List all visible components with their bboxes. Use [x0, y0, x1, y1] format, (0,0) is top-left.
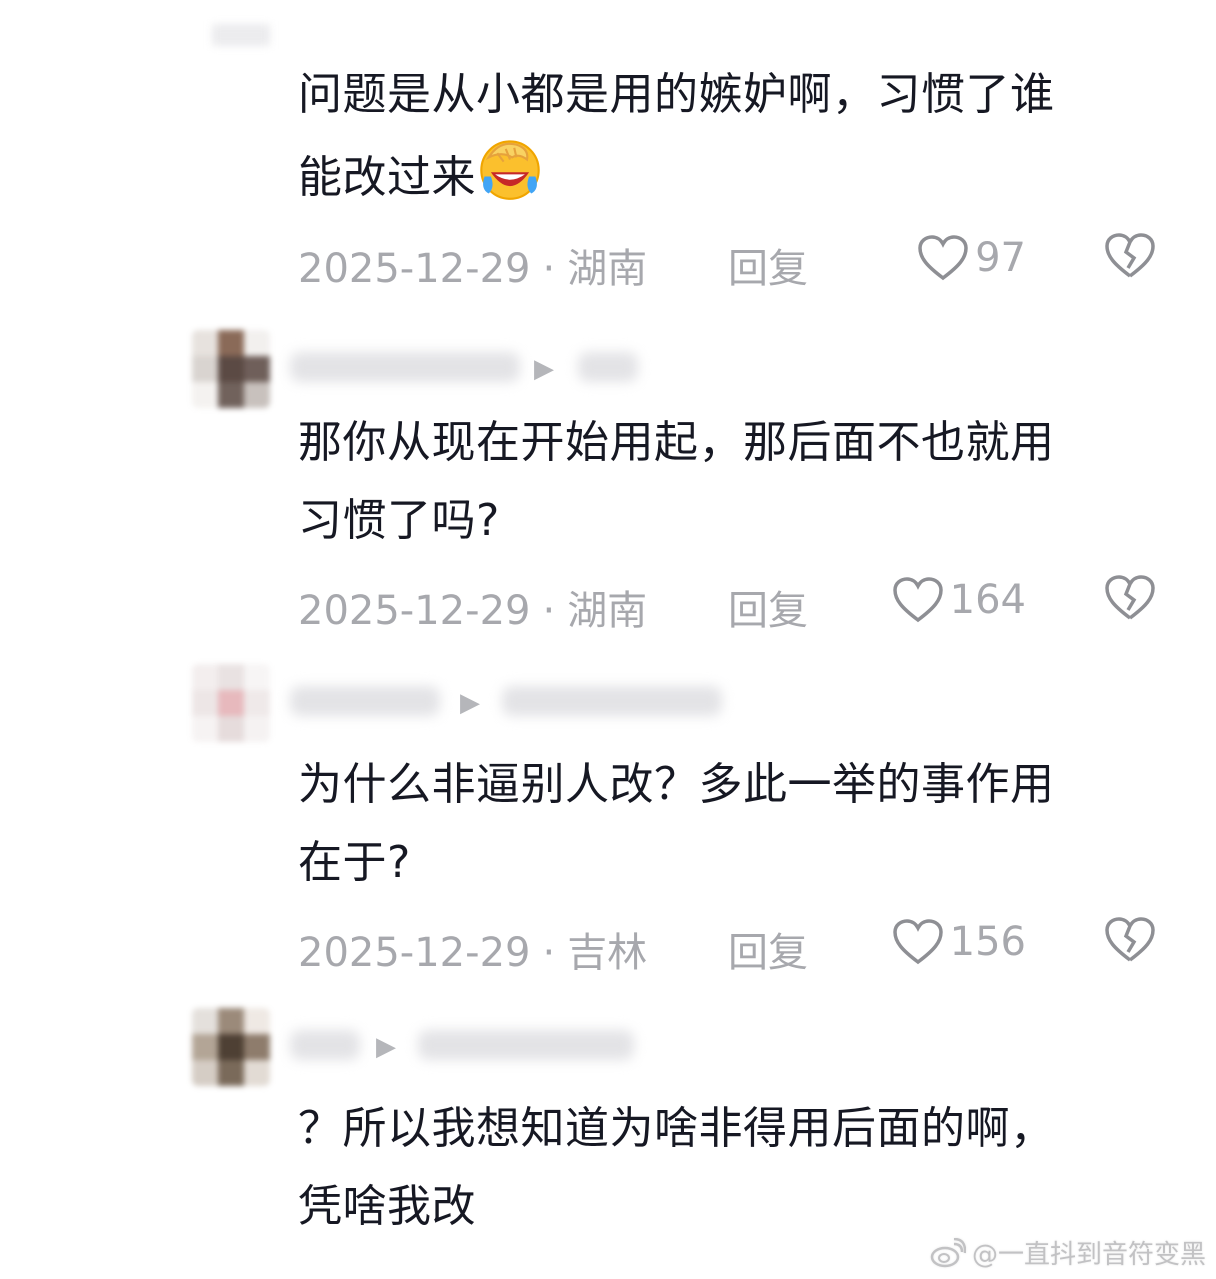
comment-meta: 2025-12-29 · 吉林 回复 156 [298, 914, 1156, 976]
comment-header: ▶ [192, 330, 752, 410]
reply-to-arrow-icon: ▶ [534, 354, 554, 384]
comment-meta: 2025-12-29 · 湖南 回复 97 [298, 230, 1156, 292]
weibo-logo-icon [930, 1237, 966, 1267]
broken-heart-icon[interactable] [1104, 574, 1156, 622]
heart-icon [918, 235, 968, 281]
avatar[interactable] [192, 1008, 270, 1086]
comment-text-line: ？所以我想知道为啥非得用后面的啊， [298, 1103, 1055, 1154]
reply-button[interactable]: 回复 [728, 920, 808, 978]
username-blurred[interactable] [290, 352, 520, 382]
comment-text-line: 问题是从小都是用的嫉妒啊，习惯了谁 [298, 69, 1055, 120]
comment-header: ▶ [192, 664, 752, 744]
like-button[interactable]: 164 [892, 576, 1026, 624]
like-count: 156 [949, 919, 1026, 965]
like-count: 97 [975, 235, 1026, 281]
comment-text-line: 在于? [298, 837, 411, 888]
like-count: 164 [949, 577, 1026, 623]
comment-text: 问题是从小都是用的嫉妒啊，习惯了谁 能改过来 [298, 56, 1178, 217]
comment-text: 那你从现在开始用起，那后面不也就用 习惯了吗? [298, 404, 1178, 560]
broken-heart-icon[interactable] [1104, 916, 1156, 964]
reply-to-username-blurred[interactable] [502, 686, 722, 716]
like-button[interactable]: 156 [892, 918, 1026, 966]
comment-header: ▶ [192, 1008, 752, 1088]
comment-text-line: 那你从现在开始用起，那后面不也就用 [298, 417, 1055, 468]
comment-text-line: 能改过来 [298, 134, 1178, 217]
comment-text-line: 习惯了吗? [298, 495, 500, 546]
avatar[interactable] [192, 330, 270, 408]
reply-to-username-blurred[interactable] [578, 352, 638, 382]
username-blurred[interactable] [290, 1030, 360, 1060]
heart-icon [892, 919, 943, 965]
reply-button[interactable]: 回复 [728, 578, 808, 636]
comment-date-location: 2025-12-29 · 湖南 [298, 246, 648, 292]
like-button[interactable]: 97 [917, 234, 1026, 282]
watermark-text: @一直抖到音符变黑 [971, 1240, 1206, 1270]
broken-heart-icon[interactable] [1104, 232, 1156, 280]
avatar[interactable] [192, 664, 270, 742]
reply-to-username-blurred[interactable] [418, 1030, 634, 1060]
username-blurred[interactable] [290, 686, 440, 716]
blurred-avatar-top [212, 24, 270, 46]
comment-text: ？所以我想知道为啥非得用后面的啊， 凭啥我改 [298, 1090, 1178, 1246]
laugh-cry-emoji [480, 140, 540, 200]
comment-text: 为什么非逼别人改？多此一举的事作用 在于? [298, 746, 1178, 902]
comment-meta: 2025-12-29 · 湖南 回复 164 [298, 572, 1156, 634]
comment-date-location: 2025-12-29 · 吉林 [298, 930, 648, 976]
heart-icon [892, 577, 943, 623]
reply-button[interactable]: 回复 [728, 236, 808, 294]
watermark: @一直抖到音符变黑 [930, 1234, 1206, 1271]
reply-to-arrow-icon: ▶ [376, 1032, 396, 1062]
reply-to-arrow-icon: ▶ [460, 688, 480, 718]
comment-text-line: 为什么非逼别人改？多此一举的事作用 [298, 759, 1055, 810]
comment-date-location: 2025-12-29 · 湖南 [298, 588, 648, 634]
